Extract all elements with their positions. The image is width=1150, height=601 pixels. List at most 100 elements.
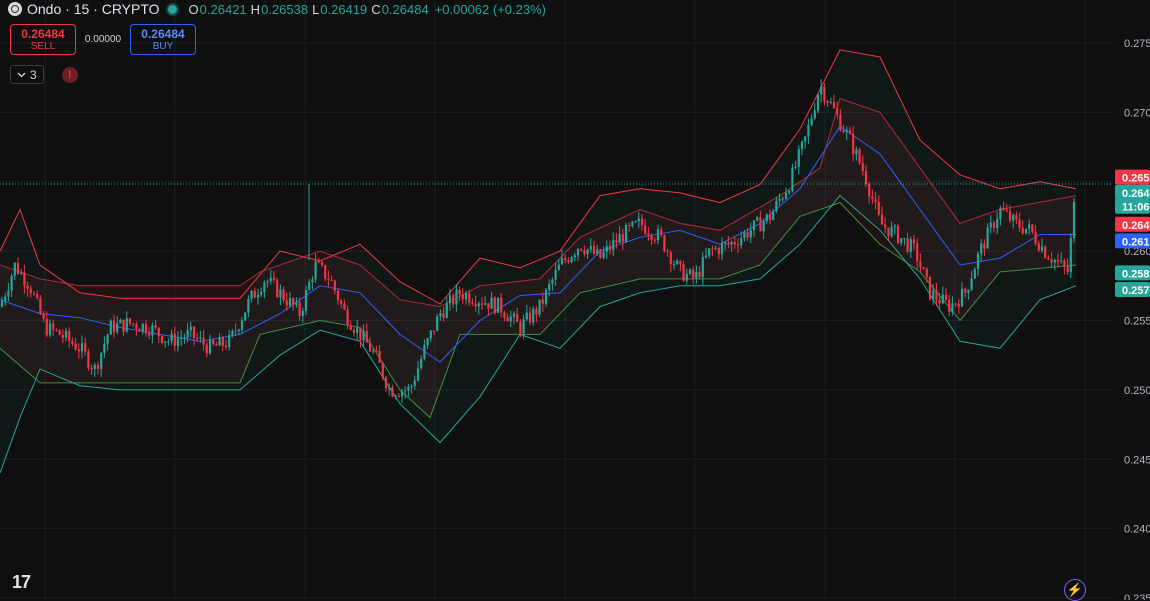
candle-body (314, 261, 317, 280)
candle-body (109, 320, 112, 335)
symbol-header: Ondo · 15 · CRYPTO O0.26421 H0.26538 L0.… (8, 0, 546, 18)
candle-body (896, 225, 900, 244)
candle-body (768, 214, 772, 220)
candle-body (877, 201, 880, 215)
candle-body (519, 321, 522, 334)
price-label-text: 11:06 (1122, 202, 1150, 214)
candle-body (324, 265, 327, 279)
buy-button[interactable]: 0.26484 BUY (130, 24, 196, 55)
price-change: +0.00062 (+0.23%) (434, 1, 546, 17)
candle-body (650, 235, 653, 240)
candle-body (301, 310, 304, 316)
candle-body (717, 248, 720, 255)
candle-body (234, 330, 237, 332)
candle-body (330, 279, 333, 281)
candle-body (685, 273, 688, 281)
candle-body (663, 234, 666, 252)
price-chart[interactable]: 0.2750.2700.2650.2600.2550.2500.2450.240… (0, 0, 1150, 600)
price-label-text: 0.264 (1122, 188, 1150, 200)
candle-body (640, 218, 644, 226)
candle-body (788, 191, 791, 193)
candle-body (560, 258, 564, 265)
candle-body (676, 260, 679, 264)
candle-body (948, 299, 951, 312)
candle-body (608, 246, 612, 251)
price-label-text: 0.265 (1122, 173, 1150, 185)
candle-body (1063, 260, 1066, 267)
candle-body (874, 199, 877, 202)
candle (599, 248, 602, 259)
candle-body (762, 221, 765, 232)
candle-body (368, 342, 372, 352)
candle-body (439, 313, 442, 317)
candle (816, 92, 820, 114)
candle-body (1021, 227, 1024, 234)
candle-body (138, 329, 141, 332)
candle-body (391, 387, 394, 397)
candle-body (695, 271, 698, 278)
candle-body (794, 166, 797, 168)
candle-body (925, 269, 928, 277)
ondo-logo-icon (8, 2, 22, 16)
candle-body (970, 278, 973, 290)
candle-body (765, 214, 768, 222)
candle-body (352, 329, 356, 333)
candle-body (426, 338, 429, 346)
candle-body (1018, 219, 1021, 228)
candle-body (212, 340, 215, 345)
candle-body (826, 100, 829, 103)
candle-body (868, 184, 871, 197)
candle-body (400, 391, 404, 397)
candle-body (775, 200, 778, 212)
candle-body (151, 325, 154, 336)
candle-body (496, 297, 500, 313)
candle-body (224, 345, 228, 348)
error-alert-icon[interactable]: ! (61, 66, 78, 83)
candle-body (861, 163, 864, 171)
candle-body (202, 337, 205, 345)
candle-body (237, 329, 240, 332)
candle-body (535, 308, 538, 315)
candle-body (208, 340, 212, 354)
candle-body (52, 323, 55, 330)
symbol-title[interactable]: Ondo · 15 · CRYPTO (27, 1, 160, 17)
candle-body (951, 303, 954, 312)
candle-body (333, 280, 336, 291)
candle (663, 233, 666, 253)
candle-body (804, 136, 807, 142)
candle-body (16, 262, 20, 274)
candle-body (509, 316, 512, 322)
candle-body (327, 278, 330, 280)
candle-body (871, 196, 874, 200)
sell-button[interactable]: 0.26484 SELL (10, 24, 76, 55)
candle-body (388, 387, 391, 389)
candle-body (196, 338, 199, 340)
candle-body (340, 300, 343, 304)
candle-body (423, 345, 426, 359)
candle-body (756, 217, 759, 221)
candle-body (253, 290, 256, 298)
candle-body (628, 225, 631, 227)
candle-body (87, 351, 90, 368)
tradingview-logo[interactable]: 17 (12, 572, 31, 593)
candle-body (480, 303, 484, 305)
candle-body (61, 335, 64, 338)
candle-body (320, 262, 324, 266)
candle-body (77, 349, 80, 352)
candle-body (938, 299, 941, 304)
price-axis-tick: 0.270 (1124, 107, 1150, 119)
indicators-collapse-button[interactable]: 3 (10, 65, 44, 84)
candle-body (404, 390, 407, 392)
lightning-bolt-icon[interactable]: ⚡ (1064, 579, 1086, 601)
candle (538, 299, 541, 318)
candle-body (615, 240, 618, 243)
candle-body (356, 327, 359, 333)
candle-body (749, 230, 752, 238)
candle-body (532, 308, 535, 323)
candle (109, 318, 112, 335)
candle-body (263, 282, 266, 292)
candle-body (653, 239, 656, 241)
candle-body (0, 301, 4, 307)
candle-body (144, 323, 148, 334)
candle-body (1028, 224, 1031, 229)
